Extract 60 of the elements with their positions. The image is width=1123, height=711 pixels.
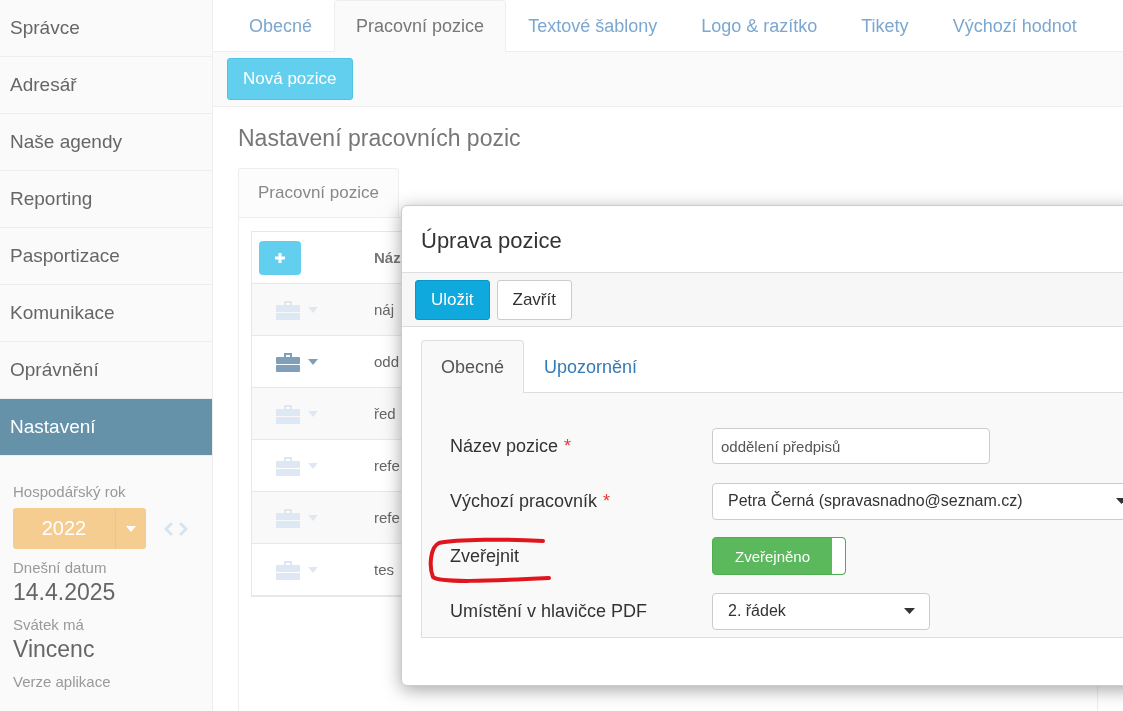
caret-icon[interactable] — [308, 358, 318, 365]
input-field[interactable]: oddělení předpisů — [712, 428, 990, 464]
panel-tab[interactable]: Pracovní pozice — [238, 168, 399, 217]
caret-icon[interactable] — [308, 306, 318, 313]
table-cell: řed — [374, 405, 396, 422]
page-heading: Nastavení pracovních pozic — [238, 125, 522, 152]
table-cell: tes — [374, 561, 394, 578]
required-mark: * — [564, 435, 572, 457]
sidebar-item[interactable]: Adresář — [0, 57, 212, 114]
briefcase-icon[interactable] — [276, 455, 300, 476]
required-mark: * — [603, 490, 611, 512]
column-header: Náz — [374, 249, 401, 266]
sidebar-item[interactable]: Komunikace — [0, 285, 212, 342]
fiscal-year-label: Hospodářský rok — [13, 483, 126, 500]
caret-icon[interactable] — [308, 514, 318, 521]
sidebar-item[interactable]: Nastavení — [0, 399, 212, 456]
briefcase-icon[interactable] — [276, 299, 300, 320]
field-label: Název pozice — [450, 435, 559, 457]
sidebar-item[interactable]: Správce — [0, 0, 212, 57]
name-day-value: Vincenc — [13, 636, 95, 663]
table-cell: refe — [374, 457, 400, 474]
plus-icon — [274, 251, 286, 264]
table-cell: odd — [374, 353, 400, 370]
table-cell: refe — [374, 509, 400, 526]
sidebar-item[interactable]: Pasportizace — [0, 228, 212, 285]
tab[interactable]: Upozornění — [524, 340, 658, 393]
field-label: Zveřejnit — [450, 545, 520, 567]
tab[interactable]: Výchozí hodnot — [930, 0, 1099, 52]
previous-icon[interactable] — [164, 521, 173, 536]
tab[interactable]: Obecné — [421, 340, 525, 393]
sidebar-item[interactable]: Naše agendy — [0, 114, 212, 171]
table-cell: náj — [374, 301, 395, 318]
field-label: Umístění v hlavičce PDF — [450, 600, 648, 622]
caret-icon — [126, 525, 136, 532]
caret-icon[interactable] — [308, 462, 318, 469]
tab[interactable]: Obecné — [227, 0, 335, 52]
briefcase-icon[interactable] — [276, 403, 300, 424]
toggle-switch[interactable]: Zveřejněno — [712, 537, 846, 575]
close-button[interactable]: Zavřít — [496, 279, 572, 320]
select-field[interactable]: 2. řádek — [712, 592, 930, 630]
tab[interactable]: Tikety — [839, 0, 931, 52]
tab[interactable]: Logo & razítko — [679, 0, 840, 52]
caret-icon[interactable] — [308, 566, 318, 573]
field-label: Výchozí pracovník — [450, 490, 598, 512]
name-day-label: Svátek má — [13, 616, 84, 633]
caret-icon[interactable] — [308, 410, 318, 417]
next-icon[interactable] — [179, 521, 188, 536]
briefcase-icon[interactable] — [276, 351, 300, 372]
select-field[interactable]: Petra Černá (spravasnadno@seznam.cz) — [712, 482, 1123, 520]
sidebar-item[interactable]: Reporting — [0, 171, 212, 228]
tab[interactable]: Pracovní pozice — [334, 0, 507, 52]
date-value: 14.4.2025 — [13, 579, 116, 606]
version-label: Verze aplikace — [13, 673, 111, 690]
briefcase-icon[interactable] — [276, 507, 300, 528]
tab[interactable]: Textové šablony — [506, 0, 680, 52]
add-button[interactable] — [259, 240, 301, 275]
date-label: Dnešní datum — [13, 559, 107, 576]
save-button[interactable]: Uložit — [415, 279, 490, 320]
briefcase-icon[interactable] — [276, 559, 300, 580]
caret-icon — [904, 608, 915, 614]
